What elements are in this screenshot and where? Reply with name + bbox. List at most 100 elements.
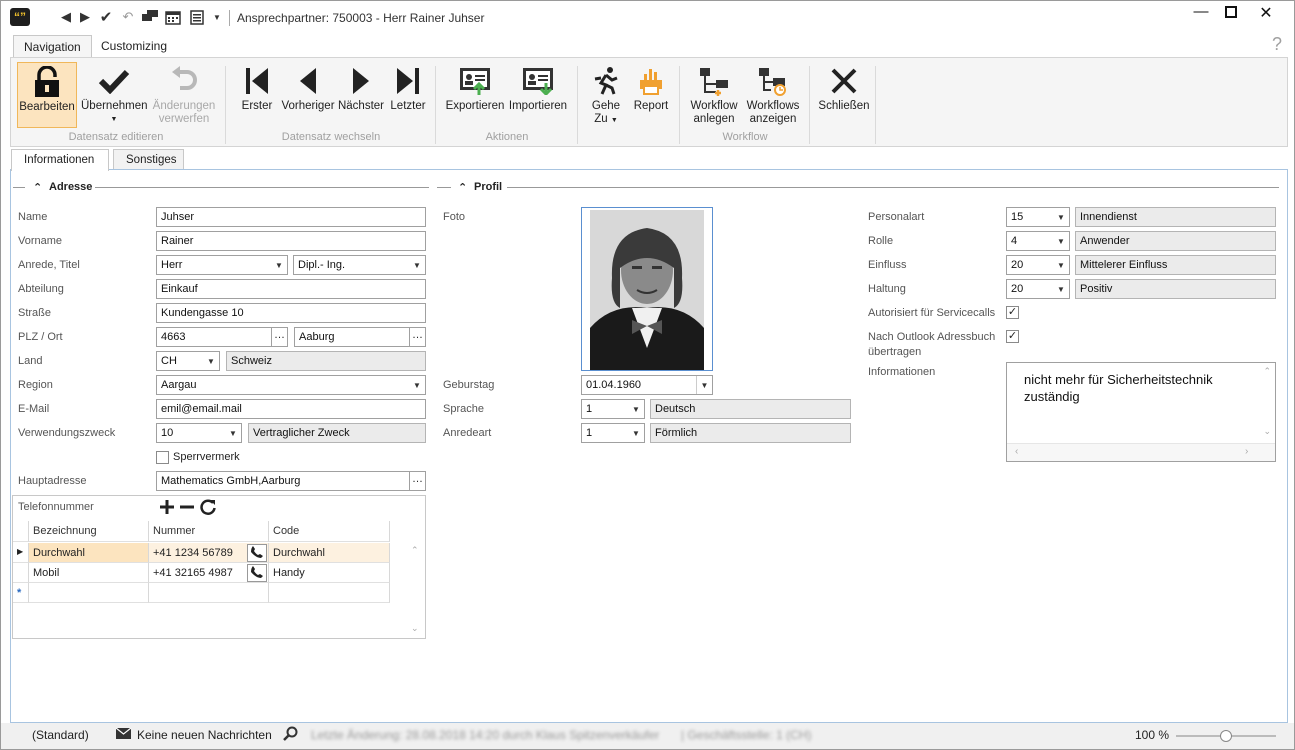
dropdown-icon[interactable]: ▼ xyxy=(208,8,226,26)
hauptadresse-lookup-button[interactable]: … xyxy=(410,471,426,491)
minimize-icon[interactable]: — xyxy=(1186,3,1216,23)
strasse-field[interactable]: Kundengasse 10 xyxy=(156,303,426,323)
ort-field[interactable]: Aaburg xyxy=(294,327,410,347)
scroll-right-icon[interactable]: › xyxy=(1245,446,1248,457)
table-row-cell[interactable]: Durchwahl xyxy=(29,543,149,563)
titel-select[interactable]: Dipl.- Ing. ▼ xyxy=(293,255,426,275)
workflow-show-button[interactable]: Workflows anzeigen xyxy=(743,62,803,128)
add-phone-icon[interactable] xyxy=(159,499,175,518)
phone-call-icon[interactable] xyxy=(247,564,267,582)
chevron-down-icon[interactable]: ▼ xyxy=(225,424,241,442)
forward-icon[interactable]: ▶ xyxy=(76,8,94,26)
email-field[interactable]: emil@email.mail xyxy=(156,399,426,419)
report-button[interactable]: Report xyxy=(629,62,673,128)
new-row-marker[interactable]: * xyxy=(13,583,29,603)
chevron-down-icon[interactable]: ▼ xyxy=(1053,256,1069,274)
remove-phone-icon[interactable] xyxy=(179,499,195,518)
new-row-cell[interactable] xyxy=(149,583,269,603)
check-icon[interactable]: ✔ xyxy=(97,8,115,26)
export-button[interactable]: Exportieren xyxy=(445,62,505,128)
tab-informationen[interactable]: Informationen xyxy=(11,149,109,171)
discard-button[interactable]: Änderungen verwerfen xyxy=(151,62,217,128)
new-row-cell[interactable] xyxy=(29,583,149,603)
anrede-select[interactable]: Herr ▼ xyxy=(156,255,288,275)
outlook-checkbox[interactable]: ✓ xyxy=(1006,330,1019,343)
horizontal-scrollbar[interactable]: ‹ › xyxy=(1007,443,1275,461)
land-select[interactable]: CH ▼ xyxy=(156,351,220,371)
scroll-up-icon[interactable]: ⌃ xyxy=(1263,366,1271,377)
profile-photo[interactable] xyxy=(581,207,713,371)
haltung-select[interactable]: 20 ▼ xyxy=(1006,279,1070,299)
zoom-slider-thumb[interactable] xyxy=(1220,730,1232,742)
scroll-down-icon[interactable]: ⌄ xyxy=(411,623,419,634)
hauptadresse-field[interactable]: Mathematics GmbH,Aarburg xyxy=(156,471,410,491)
close-button[interactable]: Schließen xyxy=(817,62,871,128)
zweck-select[interactable]: 10 ▼ xyxy=(156,423,242,443)
collapse-address-icon[interactable]: ⌃ xyxy=(33,181,42,194)
tab-sonstiges[interactable]: Sonstiges xyxy=(113,149,184,170)
collapse-profile-icon[interactable]: ⌃ xyxy=(458,181,467,194)
import-button[interactable]: Importieren xyxy=(507,62,569,128)
previous-record-button[interactable]: Vorheriger xyxy=(279,62,337,128)
close-window-icon[interactable]: ✕ xyxy=(1251,3,1281,23)
first-record-button[interactable]: Erster xyxy=(237,62,277,128)
name-field[interactable]: Juhser xyxy=(156,207,426,227)
vorname-field[interactable]: Rainer xyxy=(156,231,426,251)
chevron-down-icon[interactable]: ▼ xyxy=(1053,232,1069,250)
ribbon-tab-navigation[interactable]: Navigation xyxy=(13,35,92,58)
list-icon[interactable] xyxy=(188,8,206,26)
chevron-down-icon[interactable]: ▼ xyxy=(628,424,644,442)
scroll-down-icon[interactable]: ⌄ xyxy=(1263,426,1271,437)
chevron-down-icon[interactable]: ▼ xyxy=(409,376,425,394)
search-icon[interactable] xyxy=(283,726,298,745)
abteilung-field[interactable]: Einkauf xyxy=(156,279,426,299)
refresh-icon[interactable] xyxy=(199,498,217,519)
sperrvermerk-checkbox[interactable] xyxy=(156,451,169,464)
scroll-up-icon[interactable]: ⌃ xyxy=(411,545,419,556)
chevron-down-icon[interactable]: ▼ xyxy=(1053,280,1069,298)
back-icon[interactable]: ◀ xyxy=(57,8,75,26)
goto-button[interactable]: Gehe Zu ▼ xyxy=(585,62,627,128)
chevron-down-icon[interactable]: ▼ xyxy=(409,256,425,274)
personalart-select[interactable]: 15 ▼ xyxy=(1006,207,1070,227)
autorisiert-checkbox[interactable]: ✓ xyxy=(1006,306,1019,319)
maximize-icon[interactable] xyxy=(1216,3,1246,23)
chevron-down-icon[interactable]: ▼ xyxy=(1053,208,1069,226)
plz-lookup-button[interactable]: … xyxy=(272,327,288,347)
new-row-cell[interactable] xyxy=(269,583,390,603)
column-header-nummer[interactable]: Nummer xyxy=(149,521,269,542)
chevron-down-icon[interactable]: ▼ xyxy=(628,400,644,418)
zoom-slider[interactable] xyxy=(1176,730,1276,742)
help-icon[interactable]: ? xyxy=(1272,34,1282,55)
region-select[interactable]: Aargau ▼ xyxy=(156,375,426,395)
status-standard[interactable]: (Standard) xyxy=(32,728,89,742)
table-row-cell[interactable]: Durchwahl xyxy=(269,543,390,563)
column-header-bezeichnung[interactable]: Bezeichnung xyxy=(29,521,149,542)
geburtstag-field[interactable]: 01.04.1960 ▼ xyxy=(581,375,713,395)
plz-field[interactable]: 4663 xyxy=(156,327,272,347)
scroll-left-icon[interactable]: ‹ xyxy=(1015,446,1018,457)
status-messages[interactable]: Keine neuen Nachrichten xyxy=(137,728,272,742)
ort-lookup-button[interactable]: … xyxy=(410,327,426,347)
calendar-icon[interactable] xyxy=(164,8,182,26)
undo-icon[interactable]: ↶ xyxy=(119,8,137,26)
chevron-down-icon[interactable]: ▼ xyxy=(203,352,219,370)
edit-button[interactable]: Bearbeiten xyxy=(17,62,77,128)
sprache-select[interactable]: 1 ▼ xyxy=(581,399,645,419)
einfluss-select[interactable]: 20 ▼ xyxy=(1006,255,1070,275)
next-record-button[interactable]: Nächster xyxy=(337,62,385,128)
ribbon-tab-customizing[interactable]: Customizing xyxy=(91,35,177,57)
accept-button[interactable]: Übernehmen ▼ xyxy=(81,62,147,128)
rolle-select[interactable]: 4 ▼ xyxy=(1006,231,1070,251)
chevron-down-icon[interactable]: ▼ xyxy=(696,376,712,394)
table-row-cell[interactable]: Handy xyxy=(269,563,390,583)
last-record-button[interactable]: Letzter xyxy=(387,62,429,128)
chat-icon[interactable] xyxy=(141,8,159,26)
anredeart-select[interactable]: 1 ▼ xyxy=(581,423,645,443)
phone-call-icon[interactable] xyxy=(247,544,267,562)
chevron-down-icon[interactable]: ▼ xyxy=(271,256,287,274)
workflow-create-button[interactable]: Workflow anlegen xyxy=(687,62,741,128)
informationen-textarea[interactable]: nicht mehr für Sicherheitstechnik zustän… xyxy=(1006,362,1276,462)
table-row-cell[interactable]: Mobil xyxy=(29,563,149,583)
column-header-code[interactable]: Code xyxy=(269,521,390,542)
